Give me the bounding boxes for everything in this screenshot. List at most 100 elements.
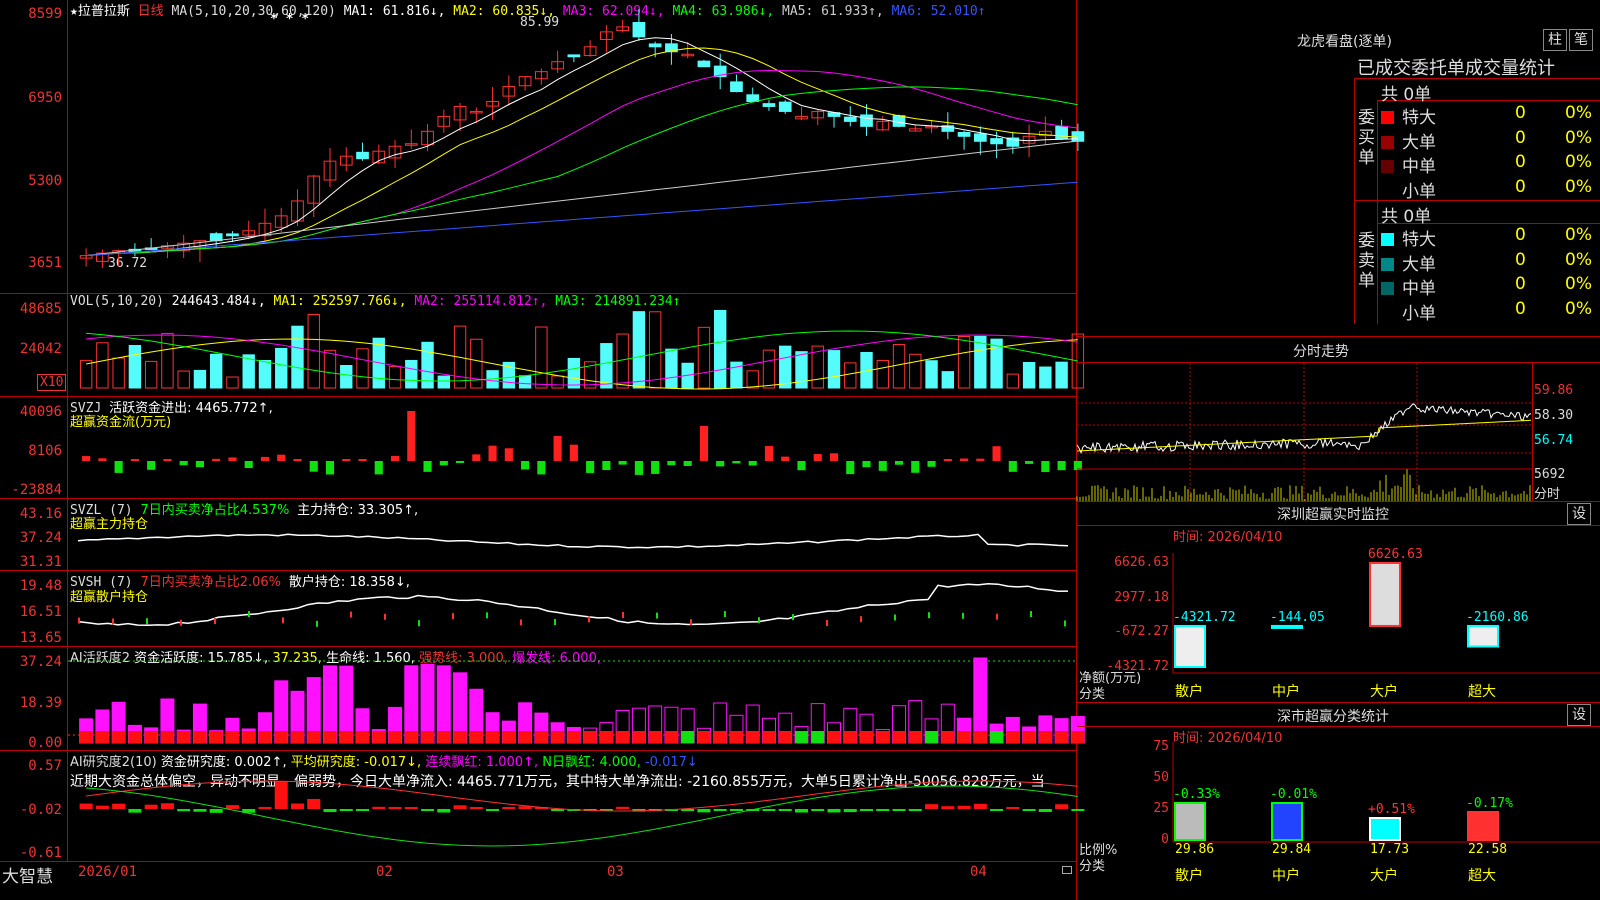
- retail-tick: [486, 612, 488, 619]
- kline-chart[interactable]: [68, 0, 1085, 293]
- candles: [79, 9, 1085, 268]
- y-tick: 13.65: [19, 630, 62, 646]
- candle-body: [860, 114, 873, 127]
- research-bar: [177, 809, 191, 812]
- vol-bar: [193, 369, 207, 389]
- dragon-tiger-panel: 龙虎看盘(逐单) 柱 笔 已成交委托单成交量统计 委买单 委卖单 共 0单 共 …: [1077, 0, 1600, 337]
- y-tick: 37.24: [19, 530, 62, 546]
- activity-base: [534, 731, 548, 743]
- sz-class-chart[interactable]: [1077, 702, 1600, 900]
- research-bar: [128, 809, 142, 813]
- vol-bar: [697, 326, 711, 389]
- net-value: -2160.86: [1466, 609, 1529, 625]
- research-bar: [112, 803, 126, 809]
- vol-bars: [79, 309, 1085, 389]
- svsh-chart[interactable]: [68, 571, 1076, 646]
- ratio-bar: [1271, 801, 1303, 841]
- flow-bar: [439, 461, 448, 466]
- intraday-bottom-border: [1077, 501, 1600, 502]
- ratio-value: 22.58: [1468, 842, 1508, 857]
- vol-bar: [925, 360, 938, 389]
- panel-divider: [0, 861, 1077, 862]
- flow-bar: [163, 459, 172, 461]
- flow-bar: [960, 458, 969, 461]
- retail-tick: [622, 611, 624, 618]
- category-label: 大户: [1370, 684, 1398, 700]
- bar-view-button[interactable]: 柱: [1543, 29, 1567, 51]
- order-stat-row: 小单 0 0%: [1381, 299, 1600, 324]
- flow-bar: [1025, 461, 1034, 464]
- category-label: 大户: [1370, 868, 1398, 884]
- research-bar: [258, 807, 272, 809]
- retail-tick: [1064, 620, 1066, 627]
- ratio-bar: [1467, 811, 1499, 842]
- intraday-lines: [1076, 363, 1532, 501]
- svzj-chart[interactable]: [68, 397, 1082, 498]
- ma-line: [86, 37, 1078, 257]
- activity-base: [892, 731, 906, 743]
- sz-monitor-chart[interactable]: [1077, 503, 1600, 701]
- intraday-panel[interactable]: 分时走势 59.86 58.30 56.74 5692 分时: [1076, 337, 1600, 502]
- flow-bar: [130, 459, 139, 461]
- vol-bar: [746, 370, 759, 389]
- activity-base: [372, 731, 386, 743]
- ma-line: [86, 69, 1078, 257]
- y-tick: 8599: [28, 6, 62, 22]
- flow-bar: [147, 461, 156, 470]
- research-bar: [973, 803, 987, 809]
- svzl-chart[interactable]: [68, 499, 1076, 570]
- flow-bar: [634, 461, 643, 475]
- sz-class-panel: 深市超赢分类统计 设 时间: 2026/04/10 75 50 25 0 比例%…: [1077, 702, 1600, 900]
- order-count: 0: [1515, 103, 1526, 123]
- ratio-value: 29.84: [1272, 842, 1312, 857]
- y-tick: 48685: [19, 301, 62, 317]
- vol-bar: [177, 370, 190, 389]
- research-bar: [356, 809, 370, 811]
- candle-body: [973, 133, 987, 142]
- activity-base: [177, 731, 191, 743]
- category-label: 散户: [1175, 684, 1203, 700]
- sell-side-label: 委卖单: [1358, 231, 1375, 291]
- sz-class-bars: [1172, 742, 1600, 843]
- vol-bar: [648, 311, 662, 389]
- color-swatch: [1381, 282, 1394, 295]
- activity-base: [729, 731, 743, 743]
- ratio-bar: [1174, 801, 1206, 842]
- activity-base: [762, 731, 776, 743]
- chart-area[interactable]: ★拉普拉斯 日线 MA(5,10,20,30,60,120) MA1: 61.8…: [0, 0, 1085, 900]
- vol-chart[interactable]: [68, 294, 1085, 396]
- flow-bar: [260, 456, 270, 461]
- activity-base: [258, 731, 272, 743]
- ma-line: [86, 181, 1078, 257]
- vol-bar: [470, 338, 483, 389]
- research-bar: [160, 803, 174, 809]
- order-type: 大单: [1402, 254, 1436, 275]
- ai-active-chart[interactable]: [68, 647, 1085, 750]
- flow-bar: [569, 444, 578, 461]
- activity-base: [616, 731, 630, 743]
- lock-icon: [1062, 866, 1072, 874]
- ai-active-bars: [68, 657, 1085, 744]
- order-count: 0: [1515, 152, 1526, 172]
- tick-view-button[interactable]: 笔: [1569, 29, 1593, 51]
- activity-base: [160, 731, 174, 743]
- activity-base: [193, 731, 207, 743]
- category-label: 超大: [1468, 868, 1496, 884]
- activity-base: [274, 731, 288, 743]
- ai-research-chart[interactable]: [68, 751, 1085, 861]
- flow-bar: [179, 461, 188, 466]
- activity-base: [112, 731, 126, 743]
- vol-bar: [128, 345, 142, 389]
- flow-bar: [521, 461, 530, 470]
- flow-bar: [423, 461, 432, 472]
- candle-body: [746, 94, 760, 102]
- candle-body: [356, 151, 369, 160]
- intraday-chart[interactable]: [1076, 363, 1532, 501]
- intraday-axis-line: [1532, 362, 1533, 502]
- dt-border: [1354, 78, 1355, 324]
- research-bar: [388, 807, 402, 809]
- research-bar: [486, 809, 500, 811]
- activity-base: [242, 731, 256, 743]
- activity-base: [713, 731, 727, 743]
- vol-bar: [909, 353, 922, 389]
